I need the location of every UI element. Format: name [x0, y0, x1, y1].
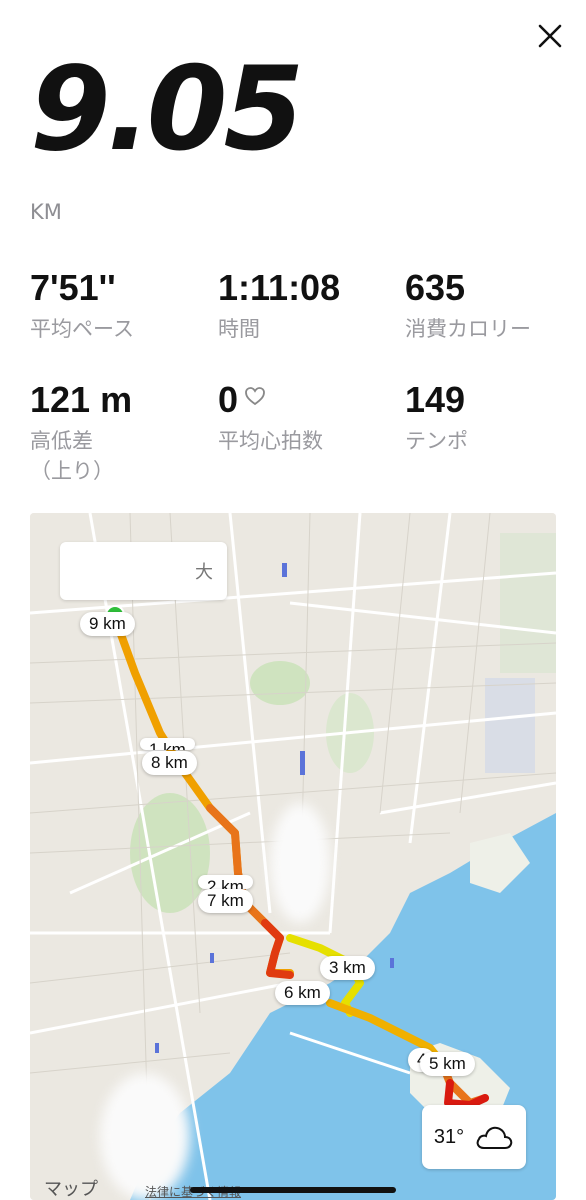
stat-time: 1:11:08 時間 — [218, 270, 340, 344]
time-label: 時間 — [218, 317, 260, 341]
pace-value: 7'51'' — [30, 267, 116, 308]
calories-label: 消費カロリー — [405, 317, 531, 341]
stat-calories: 635 消費カロリー — [405, 270, 531, 344]
cadence-label: テンポ — [405, 429, 468, 453]
redaction-blob — [100, 1073, 190, 1200]
cadence-value: 149 — [405, 379, 466, 420]
km-marker-7: 7 km — [198, 889, 253, 913]
calories-value: 635 — [405, 267, 466, 308]
km-marker-2: 2 km — [198, 875, 253, 889]
elevation-label: 高低差 （上り） — [30, 426, 132, 486]
heart-rate-value: 0 — [218, 379, 239, 420]
distance-unit: KM — [30, 200, 62, 224]
km-marker-3: 3 km — [320, 956, 375, 980]
km-marker-5: 5 km — [420, 1052, 475, 1076]
elevation-label-line2: （上り） — [30, 459, 114, 483]
elevation-label-line1: 高低差 — [30, 429, 93, 453]
distance-value: 9.05 — [30, 42, 304, 177]
heart-rate-label: 平均心拍数 — [218, 429, 323, 453]
redaction-blob — [270, 803, 330, 923]
map-search-box[interactable]: 大 — [60, 542, 227, 600]
home-indicator — [190, 1187, 396, 1193]
time-value: 1:11:08 — [218, 267, 341, 308]
weather-temp: 31° — [433, 1125, 465, 1148]
stat-heart-rate: 0 平均心拍数 — [218, 382, 323, 456]
cloud-icon — [476, 1126, 513, 1149]
route-map[interactable]: 大 9 km 1 km 8 km 2 km 7 km 3 km 6 km 4 5… — [30, 513, 556, 1200]
stat-pace: 7'51'' 平均ペース — [30, 270, 134, 344]
heart-icon — [245, 387, 265, 406]
km-marker-8: 8 km — [142, 751, 197, 775]
pace-label: 平均ペース — [30, 317, 134, 341]
apple-maps-logo: マップ — [44, 1175, 98, 1200]
close-button[interactable] — [536, 22, 564, 50]
elevation-value: 121 m — [30, 379, 133, 420]
stat-elevation: 121 m 高低差 （上り） — [30, 382, 132, 486]
weather-widget: 31° — [422, 1105, 526, 1169]
search-fragment: 大 — [195, 562, 213, 583]
km-marker-9: 9 km — [80, 612, 135, 636]
km-marker-6: 6 km — [275, 981, 330, 1005]
km-marker-1: 1 km — [140, 738, 195, 750]
maps-brand-text: マップ — [44, 1179, 98, 1199]
close-icon — [538, 24, 562, 48]
heart-rate-value-row: 0 — [218, 382, 323, 418]
stat-cadence: 149 テンポ — [405, 382, 468, 456]
